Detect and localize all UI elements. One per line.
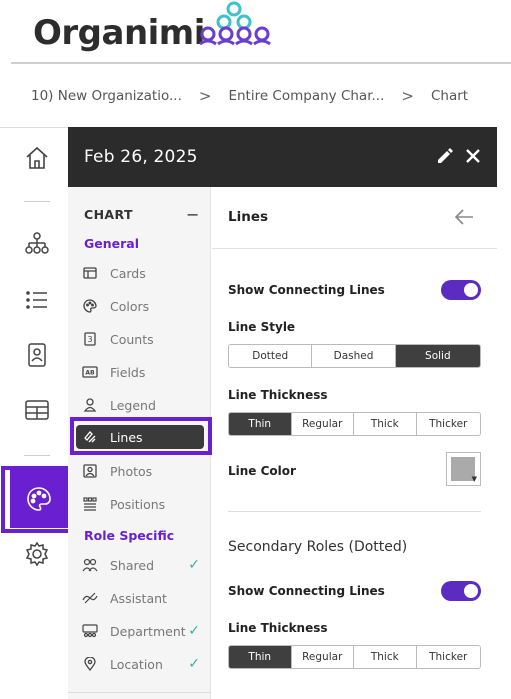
counter-icon: 3 [82, 331, 98, 347]
arrow-left-icon[interactable] [453, 206, 475, 228]
home-icon[interactable] [22, 143, 52, 173]
content-title: Lines [228, 209, 269, 225]
location-icon [82, 656, 98, 672]
line-thickness-selector: Thin Regular Thick Thicker [228, 412, 481, 436]
nav-item-shared[interactable]: Shared ✓ [82, 553, 204, 577]
line-style-dashed[interactable]: Dashed [312, 345, 396, 367]
header-divider [11, 62, 511, 64]
breadcrumb-separator-icon: > [198, 87, 212, 105]
palette-rail-button[interactable] [10, 470, 68, 528]
line-style-dotted[interactable]: Dotted [229, 345, 313, 367]
logo-text: Organimi [33, 12, 205, 53]
panel-header: Feb 26, 2025 [68, 127, 497, 187]
dropdown-arrow-icon: ▼ [471, 475, 477, 483]
check-icon: ✓ [188, 623, 200, 639]
active-nav-outline [70, 417, 212, 455]
breadcrumb-separator-icon: > [401, 87, 414, 105]
secondary-roles-title: Secondary Roles (Dotted) [228, 539, 408, 555]
fields-icon: AB [82, 364, 98, 380]
line-style-label: Line Style [228, 320, 296, 334]
line-thickness-thin[interactable]: Thin [229, 413, 292, 435]
cards-icon [82, 265, 98, 281]
content-header: Lines [212, 187, 497, 249]
settings-icon[interactable] [22, 539, 52, 569]
rail-divider [24, 201, 50, 202]
nav-item-legend[interactable]: Legend [82, 393, 204, 417]
palette-icon [27, 487, 51, 511]
person-icon [82, 397, 98, 413]
line-thickness-label: Line Thickness [228, 388, 328, 402]
line-thickness-thicker[interactable]: Thicker [416, 413, 480, 435]
rail-divider [24, 455, 50, 456]
secondary-line-thickness-selector: Thin Regular Thick Thicker [228, 645, 481, 669]
assistant-icon [82, 590, 98, 606]
breadcrumb-item-chart[interactable]: Chart [431, 88, 468, 104]
table-icon[interactable] [22, 395, 52, 425]
pencil-icon[interactable] [434, 145, 456, 167]
secondary-show-connecting-lines-toggle[interactable] [441, 581, 481, 601]
svg-text:3: 3 [87, 335, 92, 344]
show-connecting-lines-label: Show Connecting Lines [228, 283, 385, 297]
profile-card-icon[interactable] [22, 340, 52, 370]
nav-item-assistant[interactable]: Assistant [82, 586, 204, 610]
section-title-chart: CHART [84, 207, 133, 222]
secondary-show-connecting-lines-label: Show Connecting Lines [228, 584, 385, 598]
breadcrumb-item-organization[interactable]: 10) New Organizatio... [31, 88, 182, 104]
positions-icon [82, 496, 98, 512]
line-thickness-thick[interactable]: Thick [354, 413, 417, 435]
org-chart-icon[interactable] [22, 229, 52, 259]
icon-rail [0, 127, 68, 699]
shared-icon [82, 557, 98, 573]
secondary-thickness-regular[interactable]: Regular [291, 646, 354, 668]
department-icon [82, 623, 98, 639]
group-role-specific: Role Specific [84, 528, 175, 543]
secondary-thickness-thin[interactable]: Thin [229, 646, 292, 668]
check-icon: ✓ [188, 557, 200, 573]
lines-settings-panel: Lines Show Connecting Lines Line Style D… [212, 187, 497, 699]
nav-item-photos[interactable]: Photos [82, 459, 204, 483]
list-icon[interactable] [22, 285, 52, 315]
collapse-icon[interactable]: − [186, 205, 199, 224]
secondary-line-thickness-label: Line Thickness [228, 621, 328, 635]
panel-date: Feb 26, 2025 [84, 147, 198, 167]
palette-icon [82, 298, 98, 314]
check-icon: ✓ [188, 656, 200, 672]
nav-item-positions[interactable]: Positions [82, 492, 204, 516]
nav-item-department[interactable]: Department ✓ [82, 619, 204, 643]
nav-item-counts[interactable]: 3 Counts [82, 327, 204, 351]
secondary-thickness-thick[interactable]: Thick [354, 646, 417, 668]
line-thickness-regular[interactable]: Regular [291, 413, 354, 435]
line-color-picker[interactable]: ▼ [446, 452, 481, 486]
svg-text:AB: AB [85, 370, 95, 377]
photo-icon [82, 463, 98, 479]
nav-item-fields[interactable]: AB Fields [82, 360, 204, 384]
line-color-label: Line Color [228, 464, 296, 478]
breadcrumb-item-company-chart[interactable]: Entire Company Char... [228, 88, 384, 104]
organimi-logo-icon [199, 1, 271, 46]
app-logo[interactable]: Organimi [33, 10, 205, 55]
nav-item-location[interactable]: Location ✓ [82, 652, 204, 676]
close-icon[interactable] [462, 145, 484, 167]
nav-item-colors[interactable]: Colors [82, 294, 204, 318]
show-connecting-lines-toggle[interactable] [441, 280, 481, 300]
nav-item-cards[interactable]: Cards [82, 261, 204, 285]
nav-bottom-divider [68, 692, 211, 693]
breadcrumb: 10) New Organizatio... > Entire Company … [31, 86, 468, 106]
secondary-thickness-thicker[interactable]: Thicker [416, 646, 480, 668]
section-divider [228, 511, 481, 512]
line-style-solid[interactable]: Solid [395, 345, 480, 367]
group-general: General [84, 236, 139, 251]
line-style-selector: Dotted Dashed Solid [228, 344, 481, 368]
